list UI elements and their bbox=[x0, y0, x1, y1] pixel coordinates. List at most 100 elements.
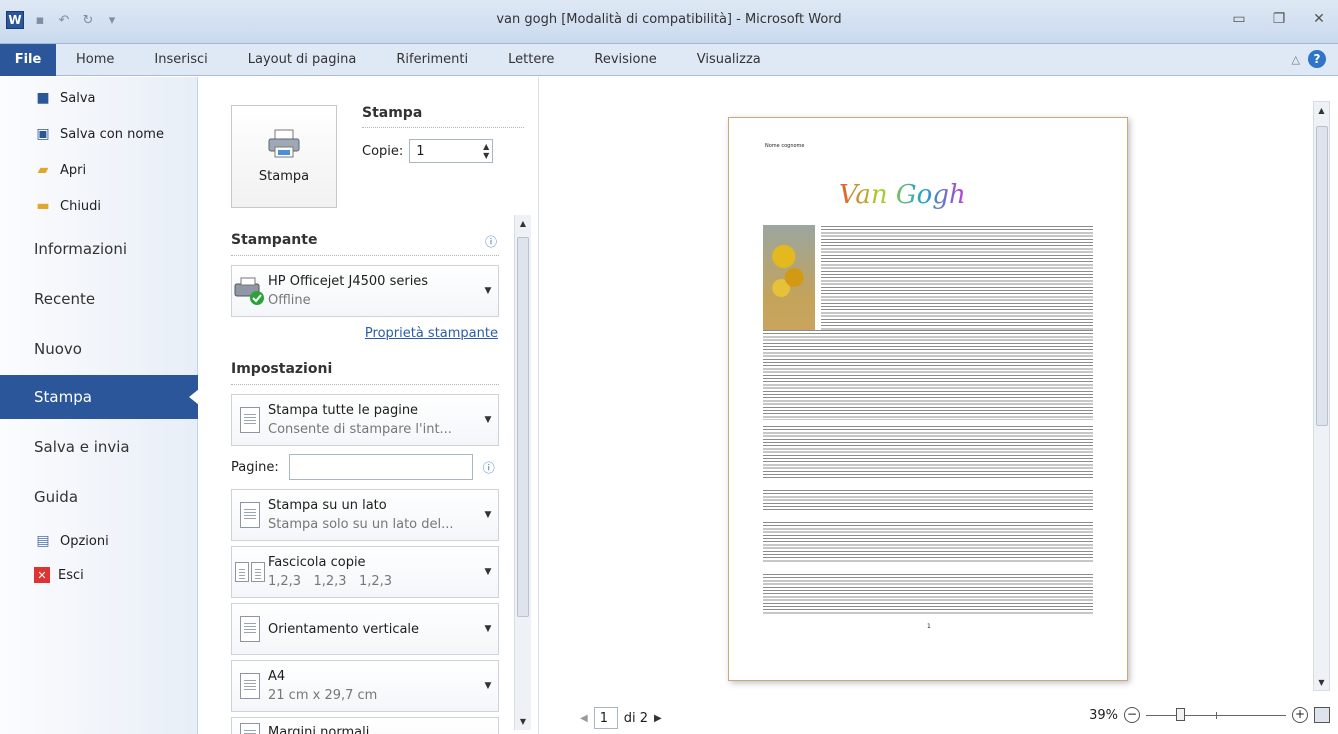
ribbon-tabs: File Home Inserisci Layout di pagina Rif… bbox=[0, 43, 1338, 76]
zoom-out-icon[interactable]: − bbox=[1124, 707, 1140, 723]
zoom-level[interactable]: 39% bbox=[1089, 708, 1118, 723]
nav-open[interactable]: ▰ Apri bbox=[34, 161, 87, 179]
text-block bbox=[763, 490, 1093, 512]
printer-status-icon bbox=[232, 276, 268, 306]
copies-spinner[interactable]: ▲ ▼ bbox=[483, 142, 489, 160]
nav-options[interactable]: ▤ Opzioni bbox=[34, 532, 109, 550]
title-bar: W ▪ ↶ ↻ ▾ van gogh [Modalità di compatib… bbox=[0, 0, 1338, 44]
floppy-icon: ■ bbox=[36, 90, 50, 106]
nav-save-send[interactable]: Salva e invia bbox=[0, 425, 198, 469]
page-of-label: di 2 bbox=[623, 710, 648, 726]
nav-help[interactable]: Guida bbox=[0, 475, 198, 519]
printer-properties-link[interactable]: Proprietà stampante bbox=[365, 326, 498, 341]
margins-dropdown[interactable]: Margini normali bbox=[231, 717, 499, 734]
print-button-label: Stampa bbox=[258, 169, 310, 184]
tab-file[interactable]: File bbox=[0, 43, 56, 76]
tab-insert[interactable]: Inserisci bbox=[134, 44, 227, 76]
window-controls: ▭ ❐ ✕ bbox=[1230, 10, 1328, 28]
prev-page-icon[interactable]: ◀ bbox=[580, 713, 588, 724]
zoom-slider[interactable] bbox=[1146, 707, 1286, 723]
ribbon-help-area: △ ? bbox=[1292, 50, 1326, 68]
portrait-icon bbox=[232, 616, 268, 642]
text-block bbox=[763, 426, 1093, 478]
divider bbox=[231, 384, 499, 385]
zoom-slider-knob[interactable] bbox=[1176, 708, 1185, 721]
text-block bbox=[763, 330, 1093, 420]
restore-icon[interactable]: ❐ bbox=[1270, 10, 1288, 28]
print-section-title: Stampa bbox=[362, 105, 423, 121]
scroll-down-icon[interactable]: ▼ bbox=[515, 713, 531, 730]
copies-input[interactable]: 1 ▲ ▼ bbox=[409, 139, 494, 163]
pages-row: Pagine: ⓘ bbox=[231, 454, 495, 480]
divider bbox=[231, 255, 499, 256]
printer-dropdown[interactable]: HP Officejet J4500 series Offline ▼ bbox=[231, 265, 499, 317]
tab-view[interactable]: Visualizza bbox=[677, 44, 781, 76]
close-icon[interactable]: ✕ bbox=[1310, 10, 1328, 28]
save-as-icon: ▣ bbox=[36, 126, 50, 142]
page-navigator: ◀ 1 di 2 ▶ bbox=[580, 707, 662, 729]
nav-print[interactable]: Stampa bbox=[0, 375, 199, 419]
chevron-down-icon: ▼ bbox=[484, 681, 492, 691]
nav-recent[interactable]: Recente bbox=[0, 277, 198, 321]
doc-header: Nome cognome bbox=[765, 143, 805, 149]
margins-icon bbox=[232, 723, 268, 734]
zoom-slider-tick bbox=[1216, 712, 1217, 719]
paper-size-dropdown[interactable]: A4 21 cm x 29,7 cm ▼ bbox=[231, 660, 499, 712]
tab-references[interactable]: Riferimenti bbox=[376, 44, 488, 76]
print-range-dropdown[interactable]: Stampa tutte le pagine Consente di stamp… bbox=[231, 394, 499, 446]
tab-review[interactable]: Revisione bbox=[574, 44, 676, 76]
nav-open-label: Apri bbox=[60, 162, 87, 178]
scroll-up-icon[interactable]: ▲ bbox=[1314, 102, 1329, 118]
pages-input[interactable] bbox=[288, 454, 473, 480]
pages-label: Pagine: bbox=[231, 459, 279, 475]
print-settings-panel: Stampa Stampa Copie: 1 ▲ ▼ Stampante ⓘ HP… bbox=[199, 77, 539, 734]
nav-save-as[interactable]: ▣ Salva con nome bbox=[34, 125, 164, 143]
sides-dropdown[interactable]: Stampa su un lato Stampa solo su un lato… bbox=[231, 489, 499, 541]
sides-subtitle: Stampa solo su un lato del... bbox=[268, 517, 454, 532]
nav-close-label: Chiudi bbox=[60, 198, 102, 214]
chevron-down-icon: ▼ bbox=[484, 286, 492, 296]
pages-icon bbox=[232, 407, 268, 433]
text-block bbox=[821, 226, 1093, 330]
sunflowers-image bbox=[763, 225, 815, 330]
options-icon: ▤ bbox=[36, 533, 50, 549]
scroll-thumb[interactable] bbox=[1316, 126, 1328, 426]
nav-options-label: Opzioni bbox=[60, 533, 109, 549]
tab-mailings[interactable]: Lettere bbox=[488, 44, 574, 76]
collate-icon bbox=[232, 562, 268, 582]
printer-icon bbox=[268, 129, 300, 158]
current-page-input[interactable]: 1 bbox=[593, 707, 618, 729]
print-preview: Nome cognome Van Gogh 1 ▲ ▼ ◀ 1 di 2 ▶ 3… bbox=[540, 77, 1338, 734]
scroll-thumb[interactable] bbox=[517, 237, 529, 617]
minimize-icon[interactable]: ▭ bbox=[1230, 10, 1248, 28]
tab-page-layout[interactable]: Layout di pagina bbox=[228, 44, 377, 76]
print-button[interactable]: Stampa bbox=[231, 105, 337, 208]
tab-home[interactable]: Home bbox=[56, 44, 134, 76]
pages-info-icon[interactable]: ⓘ bbox=[483, 459, 495, 476]
scroll-up-icon[interactable]: ▲ bbox=[515, 215, 531, 232]
nav-exit-label: Esci bbox=[58, 567, 84, 583]
zoom-in-icon[interactable]: + bbox=[1292, 707, 1308, 723]
collapse-ribbon-icon[interactable]: △ bbox=[1292, 53, 1300, 66]
copies-row: Copie: 1 ▲ ▼ bbox=[362, 139, 494, 163]
settings-scrollbar[interactable]: ▲ ▼ bbox=[514, 215, 531, 730]
nav-new[interactable]: Nuovo bbox=[0, 327, 198, 371]
nav-close[interactable]: ▬ Chiudi bbox=[34, 197, 101, 215]
nav-info[interactable]: Informazioni bbox=[0, 227, 198, 271]
collate-subtitle: 1,2,3 1,2,3 1,2,3 bbox=[268, 574, 393, 589]
divider bbox=[362, 127, 524, 128]
next-page-icon[interactable]: ▶ bbox=[654, 713, 662, 724]
scroll-down-icon[interactable]: ▼ bbox=[1314, 674, 1329, 690]
paper-icon bbox=[232, 673, 268, 699]
orientation-dropdown[interactable]: Orientamento verticale ▼ bbox=[231, 603, 499, 655]
printer-info-icon[interactable]: ⓘ bbox=[485, 233, 497, 250]
chevron-down-icon: ▼ bbox=[484, 567, 492, 577]
exit-icon: ✕ bbox=[34, 567, 50, 583]
collate-dropdown[interactable]: Fascicola copie 1,2,3 1,2,3 1,2,3 ▼ bbox=[231, 546, 499, 598]
text-block bbox=[763, 522, 1093, 562]
zoom-to-page-icon[interactable] bbox=[1314, 707, 1330, 723]
preview-scrollbar[interactable]: ▲ ▼ bbox=[1313, 101, 1330, 691]
help-icon[interactable]: ? bbox=[1308, 50, 1326, 68]
nav-save[interactable]: ■ Salva bbox=[34, 89, 95, 107]
nav-exit[interactable]: ✕ Esci bbox=[34, 567, 84, 583]
